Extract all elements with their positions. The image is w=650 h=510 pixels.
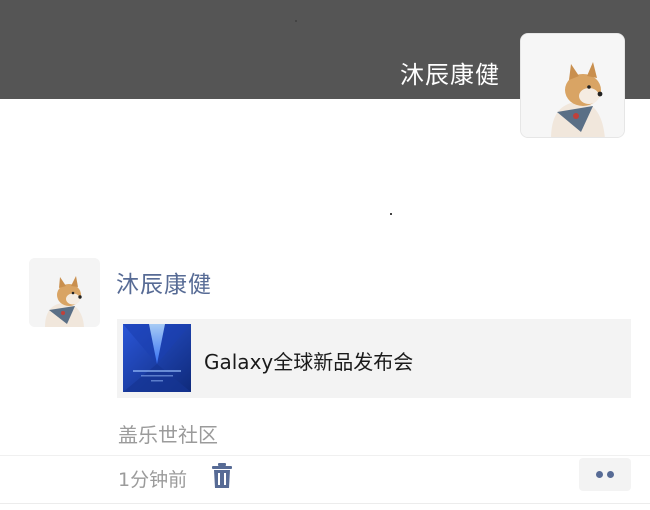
cover-speck	[295, 20, 297, 22]
profile-avatar[interactable]	[520, 33, 625, 138]
more-options-button[interactable]	[579, 458, 631, 491]
shiba-dog-icon	[521, 34, 624, 137]
author-avatar[interactable]	[29, 258, 100, 327]
divider	[0, 455, 650, 456]
more-dots-icon	[596, 471, 603, 478]
shared-link-card[interactable]: Galaxy全球新品发布会	[117, 319, 631, 398]
post-author[interactable]: 沐辰康健	[116, 265, 212, 299]
trash-icon[interactable]	[211, 463, 233, 489]
post-time: 1分钟前	[118, 469, 188, 491]
profile-name[interactable]: 沐辰康健	[400, 55, 500, 90]
link-title: Galaxy全球新品发布会	[204, 350, 414, 374]
post-source[interactable]: 盖乐世社区	[118, 419, 218, 448]
more-dots-icon	[607, 471, 614, 478]
page-speck	[390, 213, 392, 215]
shiba-dog-icon	[29, 258, 100, 327]
galaxy-launch-thumbnail-icon	[123, 324, 191, 392]
divider	[0, 503, 650, 504]
